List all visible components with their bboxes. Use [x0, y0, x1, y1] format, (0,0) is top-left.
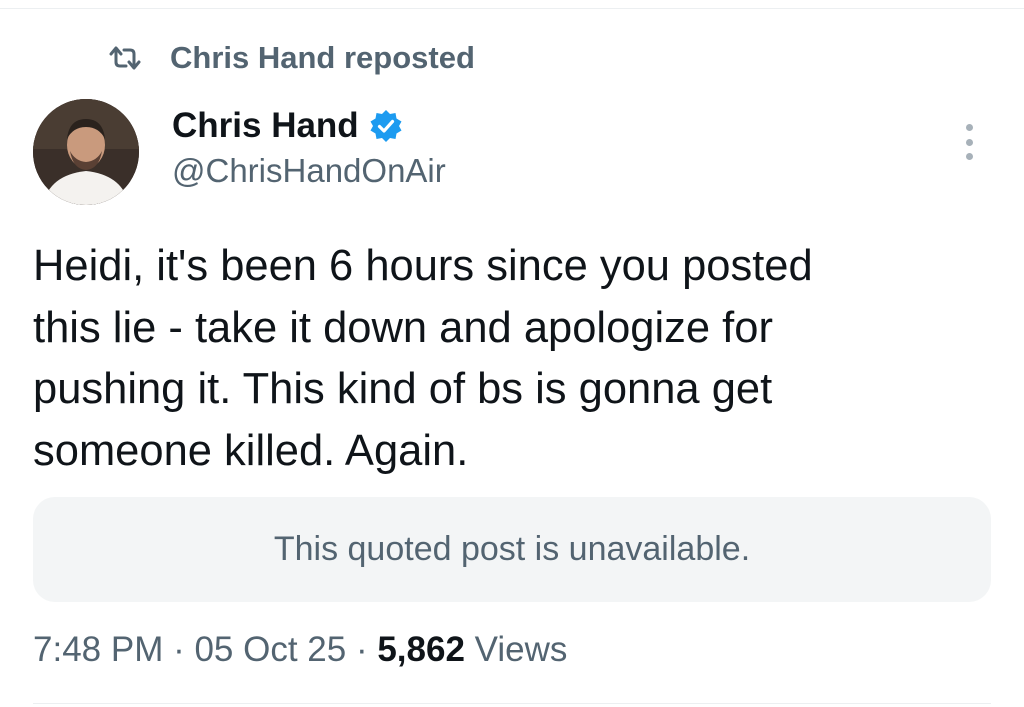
author-name-row[interactable]: Chris Hand — [172, 104, 403, 148]
post-meta: 7:48 PM · 05 Oct 25 · 5,862 Views — [33, 624, 567, 676]
meta-separator: · — [163, 630, 195, 669]
repost-indicator[interactable]: Chris Hand reposted — [108, 36, 475, 80]
post-date[interactable]: 05 Oct 25 — [194, 630, 346, 670]
more-dot-icon — [965, 153, 973, 160]
author-handle[interactable]: @ChrisHandOnAir — [172, 152, 446, 190]
meta-separator: · — [346, 630, 378, 669]
more-dot-icon — [965, 138, 973, 146]
verified-badge-icon — [369, 109, 403, 143]
post-time[interactable]: 7:48 PM — [33, 630, 163, 670]
meta-space — [465, 630, 475, 670]
more-dot-icon — [965, 124, 973, 131]
post-text: Heidi, it's been 6 hours since you poste… — [33, 242, 813, 475]
repost-icon — [108, 45, 142, 71]
quoted-post-card: This quoted post is unavailable. — [33, 497, 991, 602]
bottom-divider — [33, 703, 991, 704]
more-options-button[interactable] — [955, 122, 983, 162]
display-name[interactable]: Chris Hand — [172, 106, 359, 146]
avatar[interactable] — [33, 99, 139, 205]
repost-label: Chris Hand reposted — [170, 40, 475, 75]
views-count: 5,862 — [377, 630, 465, 669]
top-divider — [0, 8, 1024, 9]
views-label: Views — [474, 630, 568, 669]
quoted-post-unavailable-text: This quoted post is unavailable. — [273, 530, 751, 568]
